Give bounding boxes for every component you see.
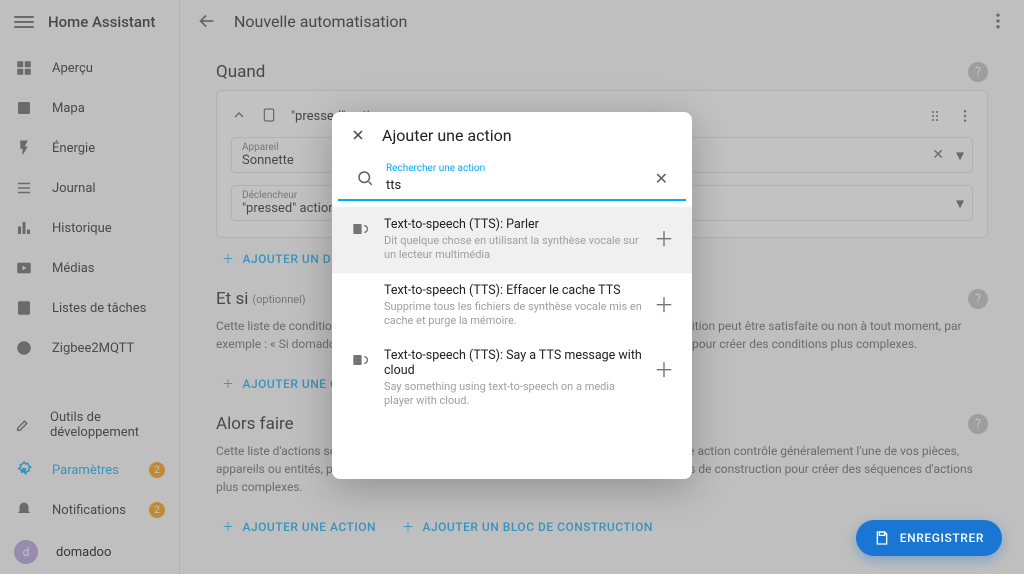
save-label: ENREGISTRER bbox=[900, 531, 984, 545]
tts-icon bbox=[350, 219, 372, 241]
modal-overlay[interactable]: Ajouter une action Rechercher une action… bbox=[0, 0, 1024, 574]
dialog-title: Ajouter une action bbox=[382, 126, 512, 145]
add-action-dialog: Ajouter une action Rechercher une action… bbox=[332, 112, 692, 479]
dialog-header: Ajouter une action bbox=[332, 112, 692, 159]
results-list: Text-to-speech (TTS): Parler Dit quelque… bbox=[332, 201, 692, 479]
result-title: Text-to-speech (TTS): Parler bbox=[384, 217, 642, 232]
save-fab[interactable]: ENREGISTRER bbox=[856, 520, 1002, 556]
result-item[interactable]: Text-to-speech (TTS): Parler Dit quelque… bbox=[332, 207, 692, 273]
clear-search-icon[interactable]: ✕ bbox=[655, 169, 668, 188]
search-field[interactable]: Rechercher une action ✕ bbox=[338, 159, 686, 201]
search-label: Rechercher une action bbox=[386, 163, 643, 174]
plus-icon[interactable]: ＋ bbox=[654, 289, 674, 318]
plus-icon[interactable]: ＋ bbox=[654, 223, 674, 252]
plus-icon[interactable]: ＋ bbox=[654, 354, 674, 383]
tts-icon bbox=[350, 350, 372, 372]
result-item[interactable]: Text-to-speech (TTS): Say a TTS message … bbox=[332, 338, 692, 419]
result-sub: Supprime tous les fichiers de synthèse v… bbox=[384, 300, 642, 329]
result-sub: Dit quelque chose en utilisant la synthè… bbox=[384, 234, 642, 263]
close-icon[interactable] bbox=[350, 127, 368, 145]
search-input[interactable] bbox=[386, 178, 643, 193]
result-sub: Say something using text-to-speech on a … bbox=[384, 380, 642, 409]
search-icon bbox=[356, 169, 374, 187]
result-item[interactable]: Text-to-speech (TTS): Effacer le cache T… bbox=[332, 273, 692, 339]
save-icon bbox=[874, 530, 890, 546]
result-title: Text-to-speech (TTS): Effacer le cache T… bbox=[384, 283, 642, 298]
result-title: Text-to-speech (TTS): Say a TTS message … bbox=[384, 348, 642, 378]
